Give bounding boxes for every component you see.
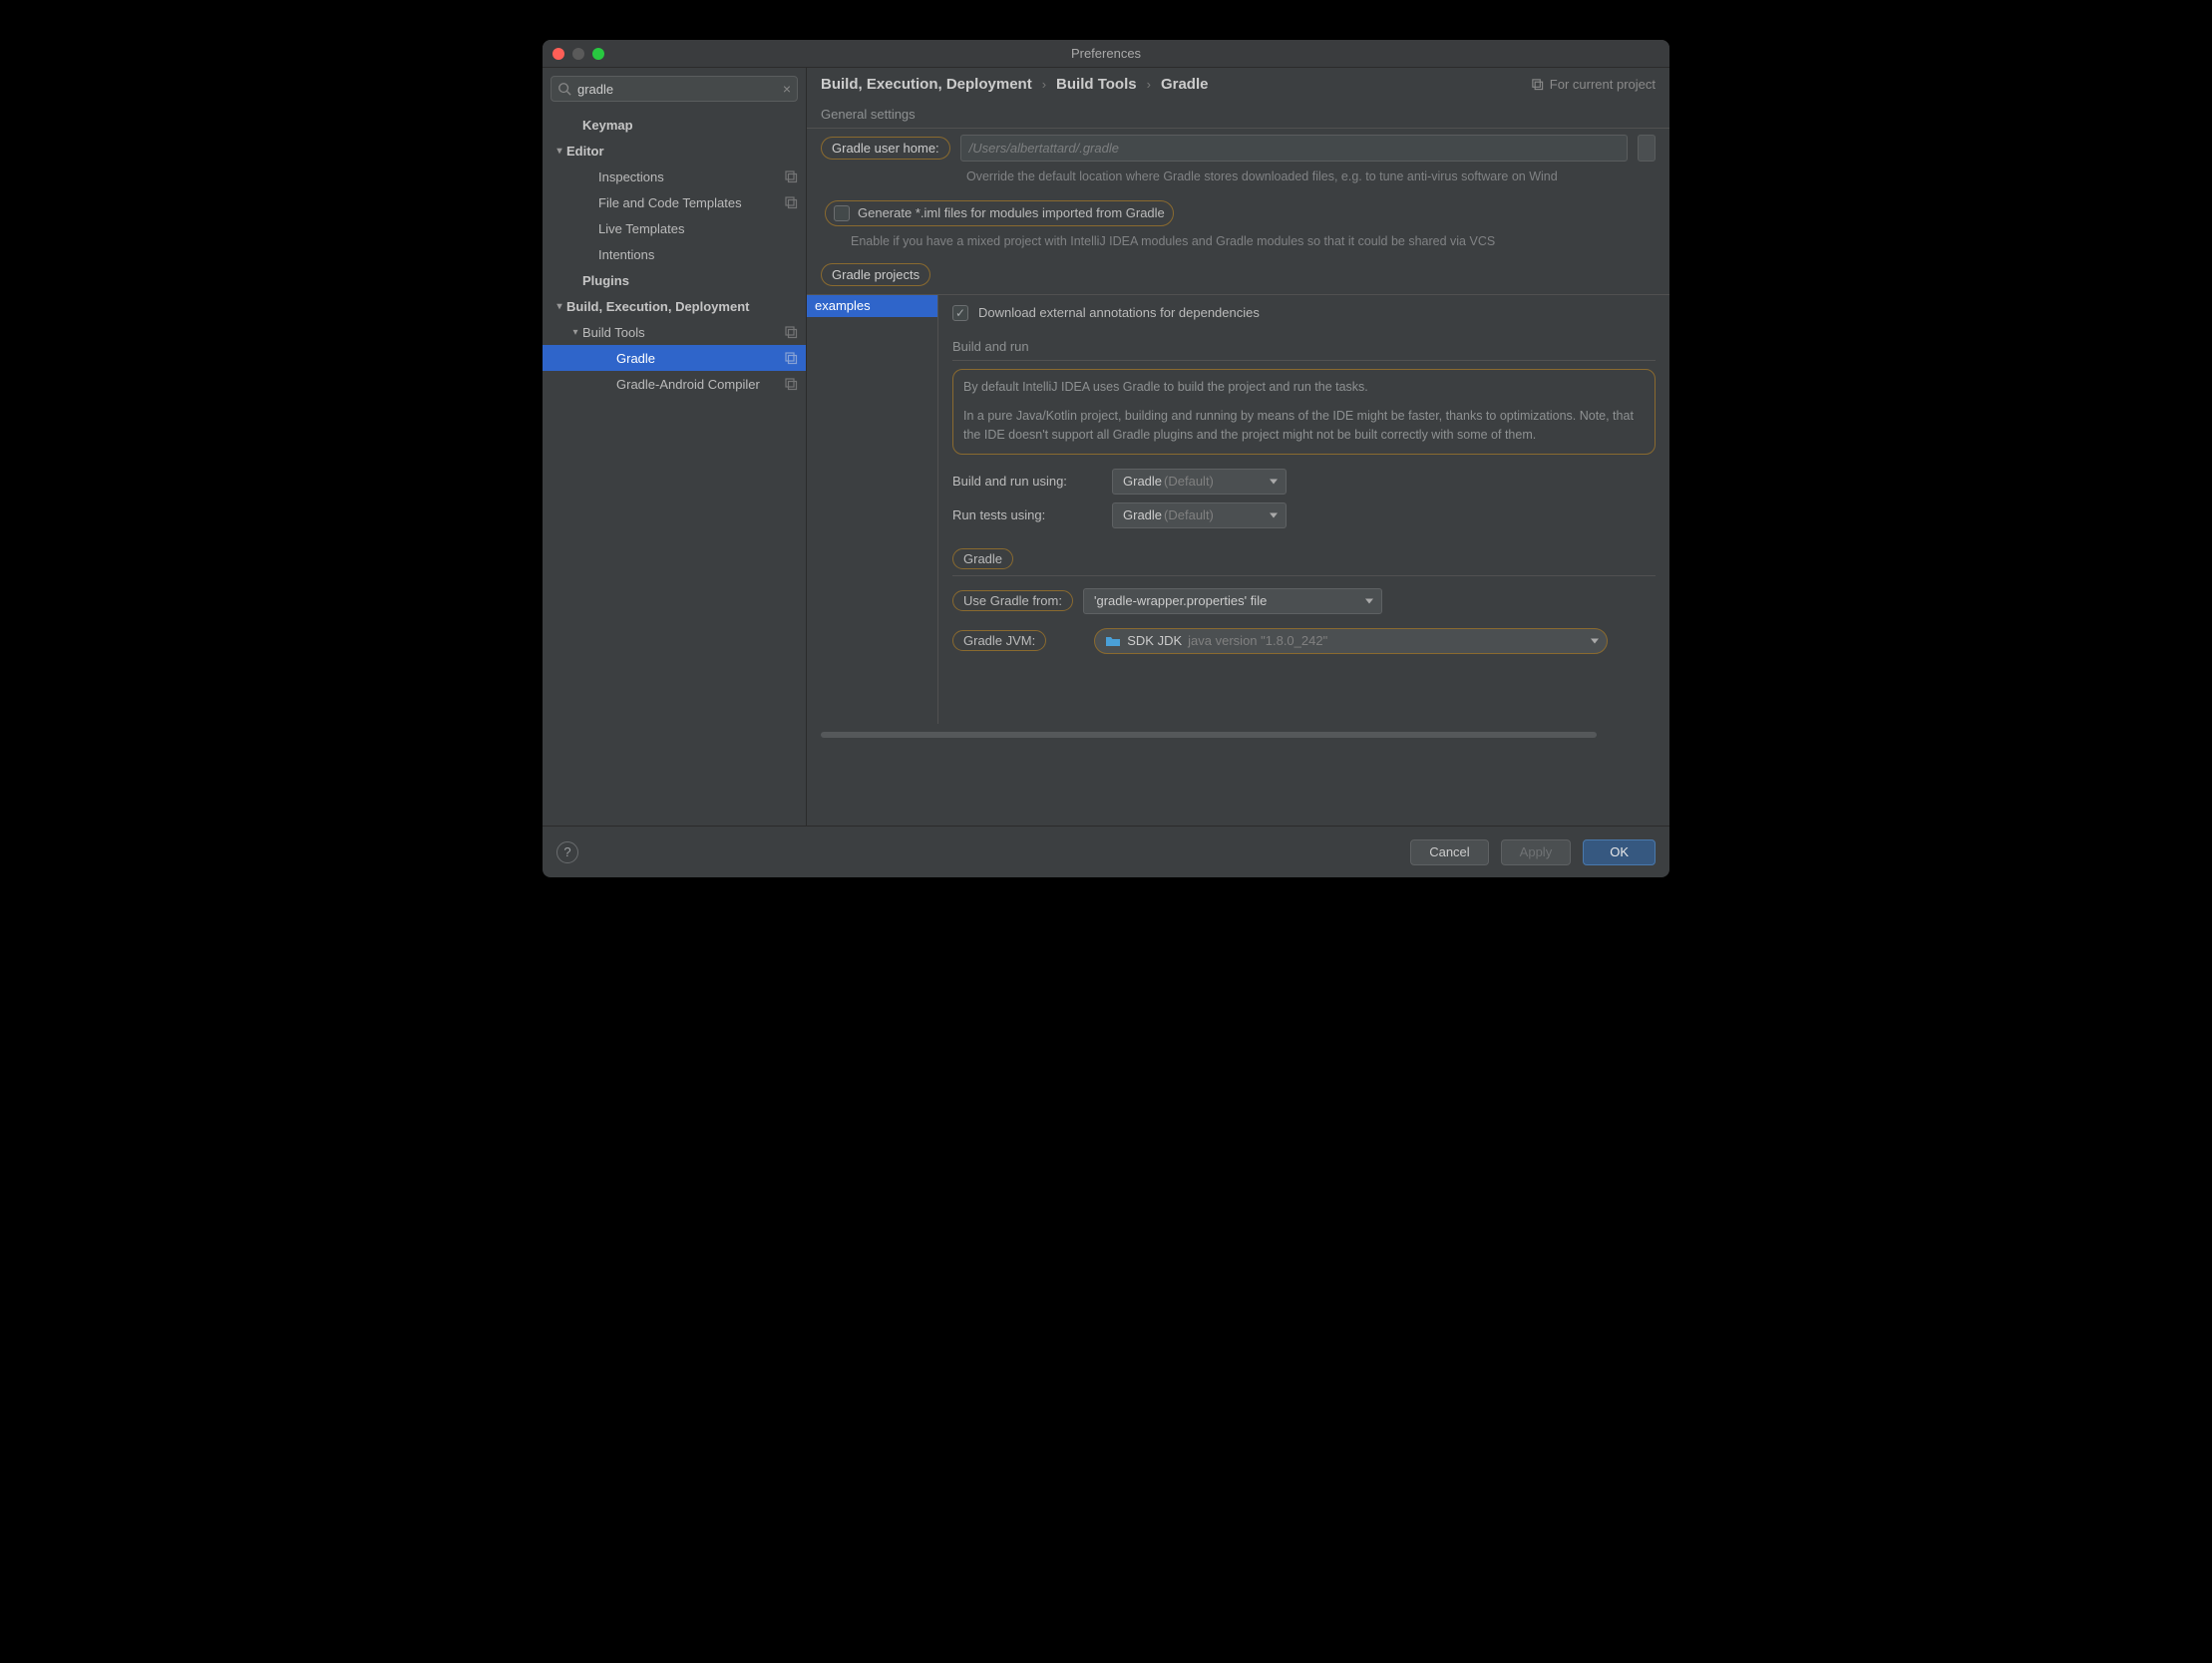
sidebar-item-label: Intentions xyxy=(598,247,798,262)
chevron-right-icon: › xyxy=(1042,77,1046,92)
chevron-down-icon: ▾ xyxy=(570,327,580,338)
sidebar-item-label: Live Templates xyxy=(598,221,798,236)
folder-icon xyxy=(1105,635,1121,647)
main-panel: Build, Execution, Deployment › Build Too… xyxy=(807,68,1669,826)
sidebar-item-label: Inspections xyxy=(598,169,784,184)
sidebar-item-intentions[interactable]: Intentions xyxy=(543,241,806,267)
gradle-jvm-dropdown[interactable]: SDK JDK java version "1.8.0_242" xyxy=(1094,628,1608,654)
chevron-down-icon: ▾ xyxy=(554,146,564,157)
sidebar-item-plugins[interactable]: Plugins xyxy=(543,267,806,293)
preferences-window: Preferences × Keymap▾EditorInspectionsFi… xyxy=(543,40,1669,877)
generate-iml-checkbox[interactable] xyxy=(834,205,850,221)
generate-iml-hint: Enable if you have a mixed project with … xyxy=(807,232,1669,259)
project-scope-icon xyxy=(784,377,798,391)
sidebar-item-editor[interactable]: ▾Editor xyxy=(543,138,806,164)
project-item[interactable]: examples xyxy=(807,295,937,317)
search-icon xyxy=(557,82,571,96)
help-button[interactable]: ? xyxy=(556,841,578,863)
search-input[interactable]: × xyxy=(551,76,798,102)
download-annotations-checkbox[interactable] xyxy=(952,305,968,321)
sidebar-item-label: Build, Execution, Deployment xyxy=(566,299,798,314)
titlebar: Preferences xyxy=(543,40,1669,68)
chevron-down-icon: ▾ xyxy=(554,301,564,312)
sidebar-item-gradle-android-compiler[interactable]: Gradle-Android Compiler xyxy=(543,371,806,397)
sidebar-item-inspections[interactable]: Inspections xyxy=(543,164,806,189)
scrollbar-thumb[interactable] xyxy=(821,732,1597,738)
project-scope-icon xyxy=(784,195,798,209)
search-field[interactable] xyxy=(577,82,777,97)
project-detail: Download external annotations for depend… xyxy=(938,295,1669,724)
download-annotations-label: Download external annotations for depend… xyxy=(978,305,1260,320)
footer: ? Cancel Apply OK xyxy=(543,826,1669,877)
crumb-c[interactable]: Gradle xyxy=(1161,76,1209,93)
sidebar-item-file-and-code-templates[interactable]: File and Code Templates xyxy=(543,189,806,215)
ok-button[interactable]: OK xyxy=(1583,839,1656,865)
breadcrumb: Build, Execution, Deployment › Build Too… xyxy=(807,68,1669,99)
horizontal-scrollbar[interactable] xyxy=(821,730,1656,740)
project-scope-icon xyxy=(784,169,798,183)
settings-tree: Keymap▾EditorInspectionsFile and Code Te… xyxy=(543,110,806,826)
gradle-projects-title: Gradle projects xyxy=(821,263,930,286)
general-settings-title: General settings xyxy=(807,103,1669,128)
crumb-b[interactable]: Build Tools xyxy=(1056,76,1137,93)
user-home-label: Gradle user home: xyxy=(821,137,950,160)
apply-button[interactable]: Apply xyxy=(1501,839,1572,865)
sidebar-item-label: Plugins xyxy=(582,273,798,288)
sidebar-item-live-templates[interactable]: Live Templates xyxy=(543,215,806,241)
minimize-icon[interactable] xyxy=(572,48,584,60)
sidebar-item-label: Build Tools xyxy=(582,325,784,340)
clear-search-icon[interactable]: × xyxy=(783,81,791,97)
build-run-info: By default IntelliJ IDEA uses Gradle to … xyxy=(952,369,1656,455)
projects-list: examples xyxy=(807,295,938,724)
sidebar-item-label: Gradle xyxy=(616,351,784,366)
zoom-icon[interactable] xyxy=(592,48,604,60)
gradle-user-home-field[interactable]: /Users/albertattard/.gradle xyxy=(960,135,1628,162)
gradle-jvm-label: Gradle JVM: xyxy=(952,630,1046,651)
scope-label: For current project xyxy=(1531,77,1656,92)
sidebar-item-keymap[interactable]: Keymap xyxy=(543,112,806,138)
window-title: Preferences xyxy=(543,46,1669,61)
use-gradle-from-dropdown[interactable]: 'gradle-wrapper.properties' file xyxy=(1083,588,1382,614)
sidebar-item-label: File and Code Templates xyxy=(598,195,784,210)
sidebar-item-label: Gradle-Android Compiler xyxy=(616,377,784,392)
run-tests-label: Run tests using: xyxy=(952,507,1102,522)
project-scope-icon xyxy=(784,325,798,339)
project-scope-icon xyxy=(784,351,798,365)
build-using-label: Build and run using: xyxy=(952,474,1102,489)
build-and-run-head: Build and run xyxy=(952,339,1656,354)
window-controls xyxy=(553,48,604,60)
sidebar-item-label: Editor xyxy=(566,144,798,159)
cancel-button[interactable]: Cancel xyxy=(1410,839,1488,865)
gradle-subhead: Gradle xyxy=(952,548,1013,569)
chevron-right-icon: › xyxy=(1147,77,1151,92)
sidebar-item-build-tools[interactable]: ▾Build Tools xyxy=(543,319,806,345)
sidebar-item-build-execution-deployment[interactable]: ▾Build, Execution, Deployment xyxy=(543,293,806,319)
copy-icon xyxy=(1531,78,1544,91)
browse-button[interactable] xyxy=(1638,135,1656,162)
generate-iml-label: Generate *.iml files for modules importe… xyxy=(858,205,1165,220)
sidebar: × Keymap▾EditorInspectionsFile and Code … xyxy=(543,68,807,826)
sidebar-item-label: Keymap xyxy=(582,118,798,133)
run-tests-dropdown[interactable]: Gradle (Default) xyxy=(1112,502,1287,528)
user-home-hint: Override the default location where Grad… xyxy=(807,167,1669,194)
crumb-a[interactable]: Build, Execution, Deployment xyxy=(821,76,1032,93)
sidebar-item-gradle[interactable]: Gradle xyxy=(543,345,806,371)
use-gradle-from-label: Use Gradle from: xyxy=(952,590,1073,611)
build-using-dropdown[interactable]: Gradle (Default) xyxy=(1112,469,1287,495)
close-icon[interactable] xyxy=(553,48,564,60)
